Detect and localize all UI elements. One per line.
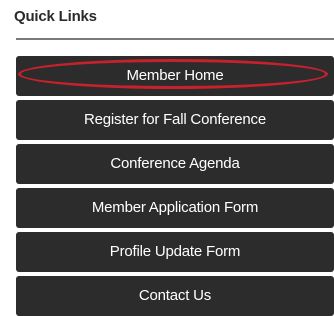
quick-links-heading: Quick Links <box>14 8 97 25</box>
member-application-form-label: Member Application Form <box>91 199 259 216</box>
profile-update-form-label: Profile Update Form <box>109 243 241 260</box>
register-fall-conference-button[interactable]: Register for Fall Conference <box>16 100 334 140</box>
conference-agenda-button[interactable]: Conference Agenda <box>16 144 334 184</box>
member-home-label: Member Home <box>126 67 224 84</box>
heading-divider <box>16 38 334 40</box>
quick-links-list: Member Home Register for Fall Conference… <box>16 56 334 316</box>
member-application-form-button[interactable]: Member Application Form <box>16 188 334 228</box>
quick-links-panel: Quick Links Member Home Register for Fal… <box>14 0 334 316</box>
profile-update-form-button[interactable]: Profile Update Form <box>16 232 334 272</box>
member-home-button[interactable]: Member Home <box>16 56 334 96</box>
conference-agenda-label: Conference Agenda <box>110 155 240 172</box>
contact-us-label: Contact Us <box>138 287 212 304</box>
register-fall-conference-label: Register for Fall Conference <box>84 111 266 128</box>
contact-us-button[interactable]: Contact Us <box>16 276 334 316</box>
